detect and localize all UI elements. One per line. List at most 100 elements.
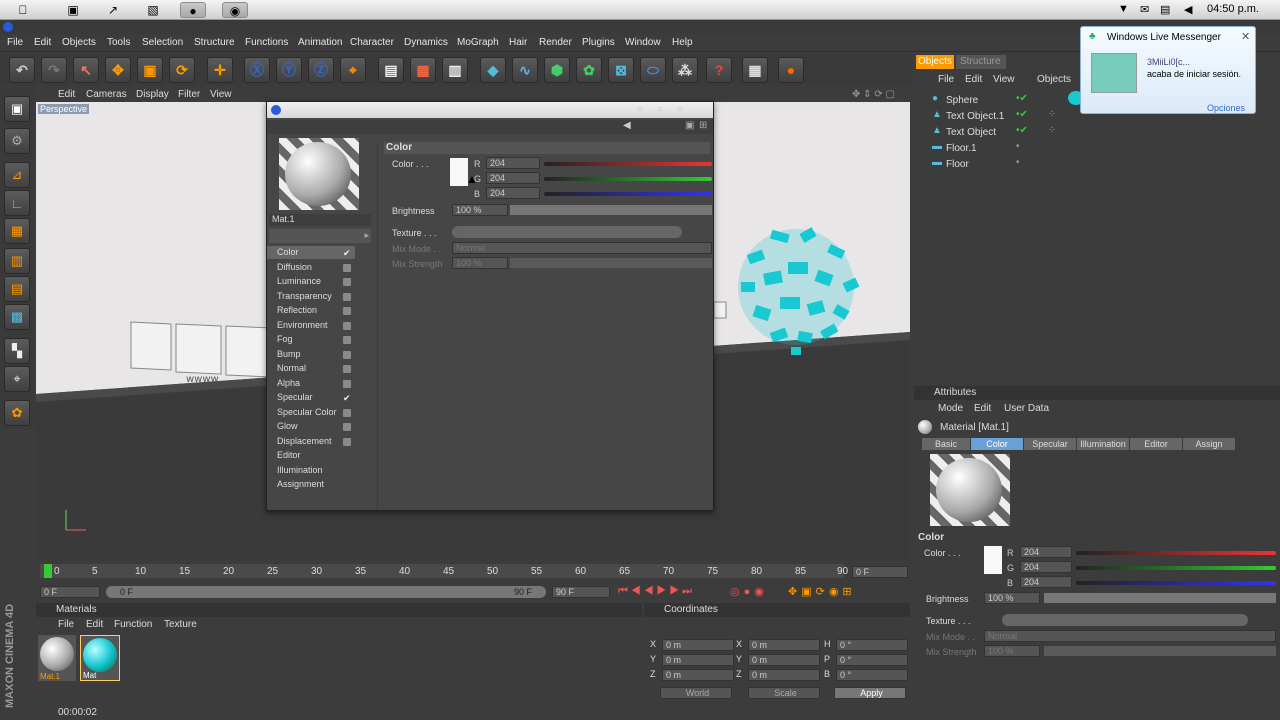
list-item[interactable]: ▲ Text Object •✔ ⁘	[918, 125, 1278, 139]
dialog-titlebar[interactable]: ○○○	[267, 102, 713, 118]
channel-item[interactable]: Editor	[277, 450, 301, 460]
live-select-icon[interactable]: ✛	[207, 57, 233, 83]
range-slider[interactable]: 0 F 90 F	[106, 586, 546, 598]
volume-icon[interactable]: ◀	[1184, 3, 1192, 16]
texture-icon[interactable]: ⚙	[4, 128, 30, 154]
scale-select[interactable]: Scale	[748, 687, 820, 699]
mat-menu-edit[interactable]: Edit	[86, 619, 103, 630]
channel-item[interactable]: Specular	[277, 392, 313, 402]
pos-x-field[interactable]: 0 m	[662, 639, 734, 651]
record-controls[interactable]: ◎●◉	[730, 585, 768, 598]
menu-selection[interactable]: Selection	[142, 37, 183, 48]
select-icon[interactable]: ↖	[73, 57, 99, 83]
size-y-field[interactable]: 0 m	[748, 654, 820, 666]
coord-system-icon[interactable]: ⌖	[340, 57, 366, 83]
g-slider[interactable]	[544, 177, 712, 181]
checkbox-checked-icon[interactable]: ✔	[343, 249, 351, 258]
list-item[interactable]: ▬ Floor.1 •	[918, 141, 1278, 155]
b-field[interactable]: 204	[486, 187, 540, 199]
menu-help[interactable]: Help	[672, 37, 693, 48]
deformer-icon[interactable]: ⊠	[608, 57, 634, 83]
messenger-notification[interactable]: ♣ Windows Live Messenger ✕ 3MiiLi0[c... …	[1080, 26, 1256, 114]
tab-objects[interactable]: Objects	[916, 55, 954, 69]
channel-item[interactable]: Luminance	[277, 276, 321, 286]
tab-color[interactable]: Color	[971, 438, 1023, 450]
object-name[interactable]: Sphere	[946, 95, 978, 106]
snap-icon[interactable]: ⌖	[4, 366, 30, 392]
attr-brightness-field[interactable]: 100 %	[984, 592, 1040, 604]
uv-polygons-icon[interactable]: ▩	[4, 304, 30, 330]
preview-options-bar[interactable]: ▸	[269, 229, 371, 243]
start-frame-field[interactable]: 0 F	[40, 586, 100, 598]
attr-menu-mode[interactable]: Mode	[938, 403, 963, 414]
object-name[interactable]: Floor	[946, 159, 969, 170]
timeline[interactable]: 0 5 10 15 20 25 30 35 40 45 50 55 60 65 …	[36, 562, 910, 602]
texture-field[interactable]	[452, 226, 682, 238]
checkbox-icon[interactable]	[343, 379, 351, 388]
menu-dynamics[interactable]: Dynamics	[404, 37, 448, 48]
vp-menu-edit[interactable]: Edit	[58, 89, 75, 100]
mixstrength-field[interactable]: 100 %	[452, 257, 508, 269]
attr-mixmode-select[interactable]: Normal	[984, 630, 1276, 642]
finder-icon[interactable]: ▣	[60, 2, 86, 18]
render-settings-icon[interactable]: ▥	[442, 57, 468, 83]
spline-icon[interactable]: ∿	[512, 57, 538, 83]
menu-window[interactable]: Window	[625, 37, 661, 48]
object-name[interactable]: Floor.1	[946, 143, 977, 154]
tab-specular[interactable]: Specular	[1024, 438, 1076, 450]
x-axis-icon[interactable]: Ⓧ	[244, 57, 270, 83]
scale-icon[interactable]: ▣	[137, 57, 163, 83]
checker-icon[interactable]: ▚	[4, 338, 30, 364]
tab-basic[interactable]: Basic	[922, 438, 970, 450]
object-name[interactable]: Text Object	[946, 127, 996, 138]
channel-item[interactable]: Specular Color	[277, 407, 337, 417]
checkbox-icon[interactable]	[343, 350, 351, 359]
cinema4d-icon[interactable]: ◉	[222, 2, 248, 18]
attr-g-field[interactable]: 204	[1020, 561, 1072, 573]
menu-render[interactable]: Render	[539, 37, 572, 48]
help-icon[interactable]: ?	[706, 57, 732, 83]
web-icon[interactable]: ●	[778, 57, 804, 83]
object-name[interactable]: Text Object.1	[946, 111, 1004, 122]
uv-points-icon[interactable]: ▤	[4, 276, 30, 302]
g-field[interactable]: 204	[486, 172, 540, 184]
attr-brightness-slider[interactable]	[1044, 593, 1276, 603]
attr-g-slider[interactable]	[1076, 566, 1276, 570]
apply-button[interactable]: Apply	[834, 687, 906, 699]
checkbox-icon[interactable]	[343, 365, 351, 373]
r-field[interactable]: 204	[486, 157, 540, 169]
mat-menu-texture[interactable]: Texture	[164, 619, 197, 630]
menu-character[interactable]: Character	[350, 37, 394, 48]
wifi-icon[interactable]: ▼	[1118, 3, 1129, 15]
render-pictureviewer-icon[interactable]: ▦	[410, 57, 436, 83]
b-slider[interactable]	[544, 192, 712, 196]
attr-menu-userdata[interactable]: User Data	[1004, 403, 1049, 414]
vp-menu-display[interactable]: Display	[136, 89, 169, 100]
checkbox-icon[interactable]	[343, 423, 351, 431]
attr-b-slider[interactable]	[1076, 581, 1276, 585]
cube-icon[interactable]: ◆	[480, 57, 506, 83]
bluetooth-icon[interactable]: ✉	[1140, 3, 1149, 16]
app-icon[interactable]: ↗	[100, 2, 126, 18]
channel-item[interactable]: Color	[277, 247, 299, 257]
attr-menu-edit[interactable]: Edit	[974, 403, 991, 414]
move-icon[interactable]: ✥	[105, 57, 131, 83]
rotate-icon[interactable]: ⟳	[169, 57, 195, 83]
vp-menu-filter[interactable]: Filter	[178, 89, 200, 100]
redo-icon[interactable]: ↷	[41, 57, 67, 83]
world-select[interactable]: World	[660, 687, 732, 699]
mixmode-select[interactable]: Normal	[452, 242, 712, 254]
pos-y-field[interactable]: 0 m	[662, 654, 734, 666]
visible-check-icon[interactable]: •✔	[1016, 93, 1028, 104]
attr-texture-field[interactable]	[1002, 614, 1248, 626]
photo-icon[interactable]: ▧	[140, 2, 166, 18]
channel-item[interactable]: Reflection	[277, 305, 317, 315]
layout-icon[interactable]: ▦	[742, 57, 768, 83]
channel-item[interactable]: Illumination	[277, 465, 323, 475]
options-link[interactable]: Opciones	[1207, 103, 1245, 113]
mat-menu-file[interactable]: File	[58, 619, 74, 630]
z-axis-icon[interactable]: Ⓩ	[308, 57, 334, 83]
tab-illumination[interactable]: Illumination	[1077, 438, 1129, 450]
size-x-field[interactable]: 0 m	[748, 639, 820, 651]
size-z-field[interactable]: 0 m	[748, 669, 820, 681]
